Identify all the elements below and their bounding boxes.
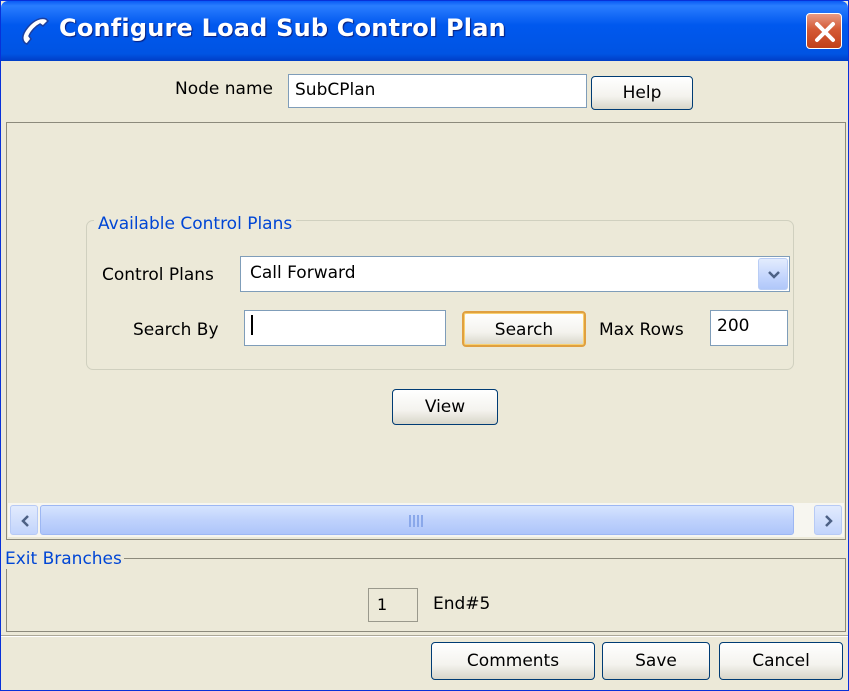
node-name-label: Node name: [175, 79, 273, 99]
scroll-left-button[interactable]: [10, 505, 38, 535]
close-icon: [815, 22, 835, 42]
search-by-input[interactable]: [244, 310, 446, 346]
phone-handset-icon: [19, 15, 53, 47]
cancel-button[interactable]: Cancel: [719, 642, 843, 680]
scroll-left-icon: [21, 515, 29, 527]
max-rows-input[interactable]: 200: [710, 310, 788, 346]
control-plan-panel: Available Control Plans Control Plans Ca…: [6, 122, 846, 540]
search-by-label: Search By: [133, 320, 219, 340]
scroll-right-icon: [825, 515, 833, 527]
chevron-down-icon: [768, 271, 780, 279]
max-rows-label: Max Rows: [599, 320, 684, 340]
control-plans-dropdown[interactable]: Call Forward: [240, 256, 790, 292]
window-title: Configure Load Sub Control Plan: [59, 14, 506, 42]
control-plans-selected: Call Forward: [250, 263, 356, 283]
grip-icon: [409, 515, 425, 527]
exit-branch-name: End#5: [433, 594, 491, 614]
scroll-thumb[interactable]: [40, 505, 794, 535]
exit-branch-number: 1: [368, 588, 418, 622]
exit-branches-group: [6, 558, 846, 632]
search-button[interactable]: Search: [462, 311, 586, 347]
scroll-right-button[interactable]: [814, 505, 842, 535]
text-caret: [251, 314, 253, 335]
node-name-row: Node name SubCPlan Help: [1, 61, 848, 119]
horizontal-scrollbar[interactable]: [8, 503, 844, 537]
footer-divider: [1, 635, 848, 637]
dropdown-button[interactable]: [758, 258, 788, 290]
view-button[interactable]: View: [392, 389, 498, 425]
node-name-input[interactable]: SubCPlan: [288, 74, 587, 108]
exit-branches-legend: Exit Branches: [3, 549, 124, 569]
help-button[interactable]: Help: [591, 76, 693, 110]
save-button[interactable]: Save: [602, 642, 710, 680]
available-control-plans-group: [86, 220, 794, 370]
control-plans-label: Control Plans: [102, 265, 214, 285]
available-control-plans-legend: Available Control Plans: [94, 214, 297, 234]
title-bar[interactable]: Configure Load Sub Control Plan: [1, 1, 848, 61]
configure-dialog: Configure Load Sub Control Plan Node nam…: [0, 0, 849, 691]
comments-button[interactable]: Comments: [431, 642, 595, 680]
close-button[interactable]: [806, 13, 842, 49]
